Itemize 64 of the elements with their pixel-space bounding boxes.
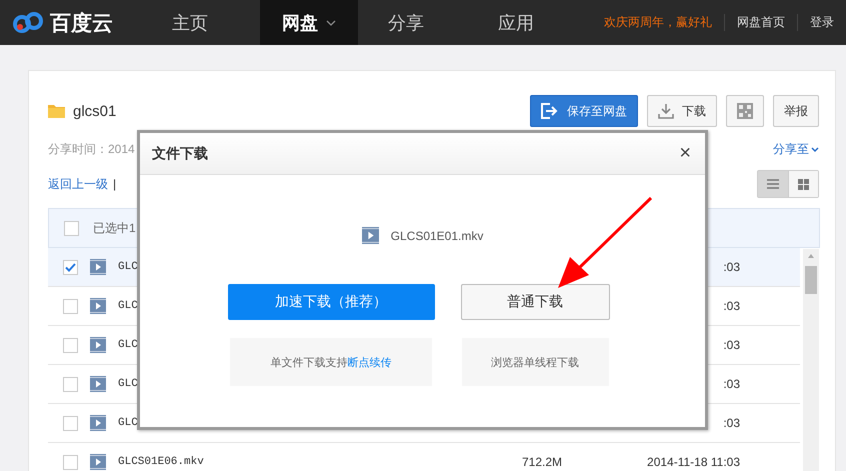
qr-code-button[interactable]: [726, 95, 764, 127]
video-file-icon: [90, 415, 106, 431]
list-icon: [767, 179, 779, 189]
checkbox[interactable]: [63, 338, 78, 352]
separator: |: [113, 177, 116, 191]
normal-download-button[interactable]: 普通下载: [460, 284, 610, 320]
file-name: GLC: [118, 339, 138, 351]
selection-count: 已选中1: [93, 220, 136, 236]
report-button[interactable]: 举报: [773, 95, 819, 127]
file-size: 712.2M: [520, 455, 562, 469]
file-time: :03: [723, 260, 740, 274]
checkbox[interactable]: [63, 416, 78, 430]
export-icon: [541, 103, 559, 119]
video-file-icon: [90, 259, 106, 275]
video-file-icon: [90, 337, 106, 353]
nav-tab[interactable]: 网盘: [260, 0, 358, 45]
checkbox[interactable]: [63, 260, 78, 274]
chevron-down-icon: [811, 147, 819, 153]
file-time: :03: [723, 299, 740, 313]
nav-link[interactable]: 登录: [798, 14, 846, 31]
share-to-link[interactable]: 分享至: [773, 141, 819, 158]
file-name: GLC: [118, 261, 138, 273]
logo-text: 百度云: [50, 10, 113, 36]
nav-tab[interactable]: 应用: [476, 0, 556, 45]
dialog-title: 文件下载: [152, 144, 208, 162]
folder-icon: [48, 104, 65, 118]
hint-text: 浏览器单线程下载: [462, 338, 608, 386]
video-file-icon: [90, 298, 106, 314]
cloud-logo-icon: [12, 10, 46, 36]
scroll-thumb[interactable]: [805, 266, 817, 294]
save-button[interactable]: 保存至网盘: [530, 95, 638, 127]
download-icon: [658, 103, 674, 119]
folder-title: glcs01: [73, 102, 116, 120]
nav-tab[interactable]: 分享: [366, 0, 446, 45]
share-time: 分享时间：2014: [48, 141, 135, 158]
nav-tab[interactable]: 主页: [150, 0, 230, 45]
fast-download-button[interactable]: 加速下载（推荐）: [228, 284, 434, 320]
file-time: :03: [723, 377, 740, 391]
file-name: GLC: [118, 417, 138, 429]
download-button[interactable]: 下载: [647, 95, 717, 127]
scroll-up-icon[interactable]: [808, 254, 814, 258]
grid-icon: [798, 178, 809, 190]
file-time: :03: [723, 416, 740, 430]
video-file-icon: [362, 227, 379, 244]
file-name: GLCS01E01.mkv: [390, 228, 484, 242]
file-name: GLCS01E06.mkv: [118, 456, 204, 468]
nav-link[interactable]: 网盘首页: [725, 14, 798, 31]
scrollbar[interactable]: [803, 249, 819, 471]
file-time: 2014-11-18 11:03: [647, 455, 740, 469]
promo-link[interactable]: 欢庆两周年，赢好礼: [592, 14, 725, 31]
grid-view-button[interactable]: [788, 171, 818, 197]
file-name: GLC: [118, 378, 138, 390]
hint-text: 单文件下载支持断点续传: [230, 338, 432, 386]
checkbox[interactable]: [64, 220, 79, 236]
qr-code-icon: [737, 103, 753, 119]
checkbox[interactable]: [63, 454, 78, 470]
file-name: GLC: [118, 300, 138, 312]
video-file-icon: [90, 376, 106, 392]
back-link[interactable]: 返回上一级: [48, 176, 108, 192]
list-view-button[interactable]: [758, 171, 788, 197]
checkbox[interactable]: [63, 298, 78, 314]
file-time: :03: [723, 338, 740, 352]
checkbox[interactable]: [63, 376, 78, 392]
close-button[interactable]: ×: [679, 142, 691, 165]
